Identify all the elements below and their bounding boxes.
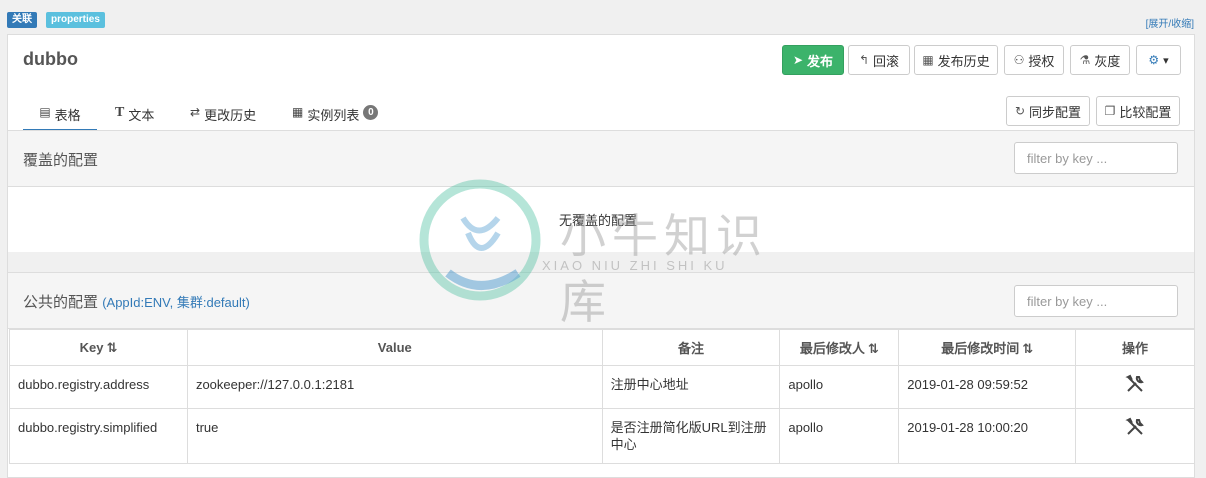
table-icon: ▤ bbox=[39, 105, 51, 119]
gray-button[interactable]: ⚗ 灰度 bbox=[1070, 45, 1130, 75]
publish-button[interactable]: ➤ 发布 bbox=[782, 45, 844, 75]
value-cell: true bbox=[186, 408, 603, 464]
sort-icon: ⇅ bbox=[1022, 341, 1034, 356]
compare-config-button[interactable]: ❐ 比较配置 bbox=[1096, 96, 1180, 126]
tab-text-label: 文本 bbox=[128, 108, 155, 123]
flask-icon: ⚗ bbox=[1079, 53, 1091, 67]
op-column-header: 操作 bbox=[1075, 329, 1195, 366]
top-bar: 关联 properties [展开/收缩] bbox=[0, 0, 1206, 34]
send-icon: ➤ bbox=[792, 53, 804, 67]
time-column-header[interactable]: 最后修改时间 ⇅ bbox=[898, 329, 1077, 366]
gear-icon: ⚙ bbox=[1148, 53, 1160, 67]
calendar-icon: ▦ bbox=[922, 53, 934, 67]
sort-icon: ⇅ bbox=[106, 339, 118, 355]
rollback-label: 回滚 bbox=[873, 53, 900, 69]
section-divider bbox=[7, 252, 1195, 272]
public-title: 公共的配置 (AppId:ENV, 集群:default) bbox=[23, 291, 250, 312]
tab-text[interactable]: T 文本 bbox=[115, 105, 154, 131]
properties-badge: properties bbox=[46, 12, 105, 28]
value-column-header: Value bbox=[186, 329, 603, 366]
comment-cell: 注册中心地址 bbox=[601, 365, 781, 409]
instance-count-badge: 0 bbox=[363, 105, 379, 120]
text-icon: T bbox=[115, 105, 125, 120]
tab-history[interactable]: ⇄ 更改历史 bbox=[190, 105, 256, 131]
override-title: 覆盖的配置 bbox=[23, 152, 99, 169]
comment-column-header: 备注 bbox=[601, 329, 781, 366]
history-button[interactable]: ▦ 发布历史 bbox=[914, 45, 998, 75]
publish-label: 发布 bbox=[807, 53, 834, 69]
key-cell: dubbo.registry.simplified bbox=[9, 408, 188, 464]
modifier-header-label: 最后修改人 bbox=[799, 341, 865, 356]
tab-instances[interactable]: ▦ 实例列表 0 bbox=[292, 105, 379, 131]
time-cell: 2019-01-28 10:00:20 bbox=[898, 408, 1077, 464]
sort-icon: ⇅ bbox=[867, 341, 879, 356]
namespace-title: dubbo bbox=[23, 49, 78, 69]
public-section-header: 公共的配置 (AppId:ENV, 集群:default) bbox=[8, 272, 1194, 329]
time-cell: 2019-01-28 09:59:52 bbox=[898, 365, 1077, 409]
override-section-header: 覆盖的配置 bbox=[8, 130, 1194, 187]
key-cell: dubbo.registry.address bbox=[9, 365, 188, 409]
transfer-icon: ⇄ bbox=[190, 105, 201, 119]
time-header-label: 最后修改时间 bbox=[941, 341, 1020, 356]
key-column-header[interactable]: Key ⇅ bbox=[9, 329, 188, 366]
table-row: dubbo.registry.address zookeeper://127.0… bbox=[9, 365, 1195, 409]
grant-label: 授权 bbox=[1028, 53, 1055, 69]
override-empty-message: 无覆盖的配置 bbox=[559, 213, 638, 228]
settings-dropdown[interactable]: ⚙ ▾ bbox=[1136, 45, 1181, 75]
refresh-icon: ↻ bbox=[1014, 104, 1026, 118]
rollback-button[interactable]: ↰ 回滚 bbox=[848, 45, 910, 75]
comment-cell: 是否注册简化版URL到注册中心 bbox=[601, 408, 781, 464]
key-header-label: Key bbox=[79, 339, 104, 355]
namespace-panel: dubbo ➤ 发布 ↰ 回滚 ▦ 发布历史 ⚇ 授权 ⚗ 灰度 ⚙ ▾ ▤ 表… bbox=[7, 34, 1195, 478]
wrench-icon[interactable] bbox=[1125, 374, 1145, 398]
sync-config-button[interactable]: ↻ 同步配置 bbox=[1006, 96, 1090, 126]
config-table: Key ⇅ Value 备注 最后修改人 ⇅ 最后修改时间 ⇅ 操作 dubbo.re… bbox=[9, 329, 1195, 464]
public-filter-input[interactable] bbox=[1014, 285, 1178, 317]
copy-icon: ❐ bbox=[1104, 104, 1116, 118]
op-cell bbox=[1075, 365, 1195, 409]
tab-table-label: 表格 bbox=[54, 108, 81, 123]
expand-collapse-link[interactable]: [展开/收缩] bbox=[1146, 15, 1194, 30]
modifier-cell: apollo bbox=[779, 408, 900, 464]
gray-label: 灰度 bbox=[1094, 53, 1121, 69]
public-subtitle: (AppId:ENV, 集群:default) bbox=[102, 295, 250, 310]
relation-badge: 关联 bbox=[7, 12, 37, 28]
list-icon: ▦ bbox=[292, 105, 304, 119]
value-cell: zookeeper://127.0.0.1:2181 bbox=[186, 365, 603, 409]
undo-icon: ↰ bbox=[858, 53, 870, 67]
chevron-down-icon: ▾ bbox=[1163, 54, 1169, 67]
tab-instances-label: 实例列表 bbox=[307, 108, 360, 123]
override-filter-input[interactable] bbox=[1014, 142, 1178, 174]
tab-table[interactable]: ▤ 表格 bbox=[23, 105, 97, 131]
table-row: dubbo.registry.simplified true 是否注册简化版UR… bbox=[9, 408, 1195, 464]
modifier-column-header[interactable]: 最后修改人 ⇅ bbox=[779, 329, 900, 366]
table-header-row: Key ⇅ Value 备注 最后修改人 ⇅ 最后修改时间 ⇅ 操作 bbox=[9, 329, 1195, 366]
compare-config-label: 比较配置 bbox=[1119, 104, 1172, 120]
history-label: 发布历史 bbox=[937, 53, 990, 69]
modifier-cell: apollo bbox=[779, 365, 900, 409]
op-cell bbox=[1075, 408, 1195, 464]
user-icon: ⚇ bbox=[1013, 53, 1025, 67]
sync-config-label: 同步配置 bbox=[1029, 104, 1082, 120]
tab-history-label: 更改历史 bbox=[204, 108, 257, 123]
public-title-text: 公共的配置 bbox=[23, 294, 99, 311]
wrench-icon[interactable] bbox=[1125, 417, 1145, 441]
grant-button[interactable]: ⚇ 授权 bbox=[1004, 45, 1064, 75]
